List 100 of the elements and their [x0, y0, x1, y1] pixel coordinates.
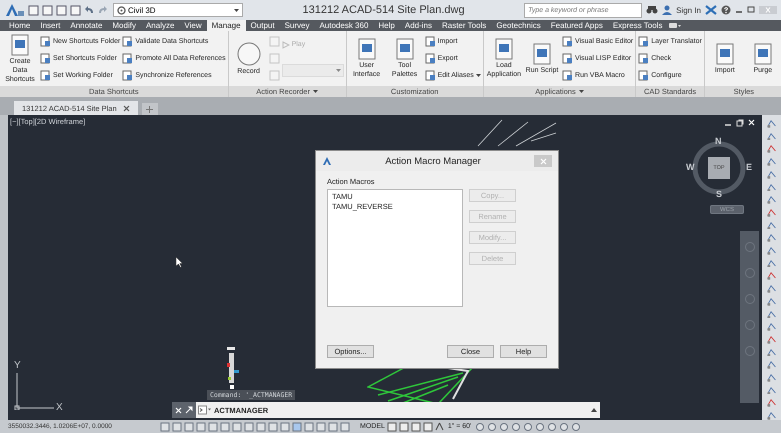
document-icon — [424, 53, 436, 64]
ribbon-tab[interactable]: Survey — [280, 20, 314, 31]
workspace-dropdown[interactable]: Civil 3D — [113, 3, 243, 17]
circle-icon — [236, 42, 261, 66]
layout-icon[interactable] — [398, 422, 409, 432]
document-icon — [40, 70, 51, 81]
tool-icon[interactable] — [766, 258, 777, 268]
ribbon-tab[interactable]: Express Tools — [608, 20, 668, 31]
ribbon-tab[interactable]: View — [179, 20, 207, 31]
caret-icon[interactable] — [312, 89, 318, 94]
tool-icon[interactable] — [766, 296, 777, 306]
status-tool-icon[interactable] — [499, 422, 510, 432]
ribbon-tab[interactable]: Analyze — [140, 20, 180, 31]
tool-icon[interactable] — [766, 144, 777, 154]
caret-icon — [336, 68, 341, 72]
autocad-logo-icon — [322, 156, 332, 166]
camera-icon[interactable] — [667, 20, 684, 31]
plus-icon — [146, 106, 154, 112]
status-tool-icon[interactable] — [511, 422, 522, 432]
ribbon-tab[interactable]: Output — [246, 20, 280, 31]
document-icon — [752, 42, 773, 64]
layout-icon[interactable] — [386, 422, 397, 432]
ribbon-tab[interactable]: Modify — [107, 20, 141, 31]
tool-icon[interactable] — [766, 132, 777, 140]
document-icon — [562, 70, 574, 81]
status-tool-icon[interactable] — [535, 422, 546, 432]
tool-icon[interactable] — [766, 271, 777, 280]
tool-icon[interactable] — [766, 386, 777, 394]
document-icon — [122, 36, 134, 47]
x-logo-icon[interactable] — [705, 5, 717, 15]
tool-icon[interactable] — [766, 246, 777, 255]
ucs-axes-icon — [14, 372, 54, 410]
document-icon — [494, 38, 514, 60]
binoculars-icon[interactable] — [646, 5, 658, 15]
compass-direction[interactable]: N — [715, 136, 722, 146]
tool-icon[interactable] — [766, 195, 777, 204]
axis-label: X — [56, 402, 63, 413]
redo-icon[interactable] — [98, 4, 109, 16]
ribbon-tab[interactable]: Geotechnics — [491, 20, 546, 31]
document-icon — [638, 70, 650, 81]
wrench-icon[interactable] — [185, 406, 193, 414]
restore-icon[interactable] — [736, 119, 744, 127]
compass-direction[interactable]: W — [686, 162, 694, 172]
status-tool-icon[interactable] — [523, 422, 534, 432]
new-tab-button[interactable] — [142, 103, 158, 115]
status-tool-icon[interactable] — [571, 422, 582, 432]
ribbon-tab[interactable]: Autodesk 360 — [314, 20, 374, 31]
ribbon-tab[interactable]: Add-ins — [400, 20, 437, 31]
tool-icon[interactable] — [766, 411, 777, 420]
prompt-icon[interactable] — [196, 402, 212, 418]
status-tool-icon[interactable] — [487, 422, 498, 432]
tool-icon[interactable] — [766, 119, 777, 128]
tool-icon[interactable] — [766, 334, 777, 344]
tool-icon[interactable] — [766, 360, 777, 370]
site-plan-drawing — [227, 347, 239, 389]
document-icon — [122, 70, 134, 81]
tool-icon[interactable] — [766, 322, 777, 331]
compass-direction[interactable]: S — [716, 189, 722, 199]
ribbon-tab[interactable]: Featured Apps — [546, 20, 608, 31]
help-icon[interactable] — [721, 5, 731, 15]
document-icon — [532, 42, 552, 64]
ribbon-tab[interactable]: Insert — [35, 20, 66, 31]
status-tool-icon[interactable] — [547, 422, 558, 432]
tool-icon[interactable] — [766, 220, 777, 230]
ribbon-tab[interactable]: Annotate — [65, 20, 108, 31]
close-icon — [122, 104, 130, 112]
layout-icon[interactable] — [410, 422, 421, 432]
up-caret-icon[interactable] — [588, 402, 600, 418]
undo-icon[interactable] — [84, 4, 95, 16]
ribbon-tab[interactable]: Home — [4, 20, 36, 31]
sign-in-link[interactable]: Sign In — [676, 6, 701, 14]
close-icon[interactable] — [748, 119, 756, 127]
document-icon — [356, 38, 377, 60]
tool-icon[interactable] — [766, 208, 777, 217]
document-icon — [122, 53, 134, 64]
layout-icon[interactable] — [422, 422, 433, 432]
tool-icon[interactable] — [766, 398, 777, 408]
tool-icon[interactable] — [766, 170, 777, 179]
status-tool-icon[interactable] — [475, 422, 486, 432]
close-icon[interactable] — [175, 406, 182, 414]
compass-direction[interactable]: E — [746, 162, 752, 172]
tool-icon[interactable] — [766, 348, 777, 356]
play-icon — [282, 40, 290, 48]
maximize-icon[interactable] — [747, 6, 757, 14]
tool-icon[interactable] — [766, 233, 777, 242]
document-icon — [424, 70, 436, 81]
tool-icon[interactable] — [766, 310, 777, 318]
ribbon-tab[interactable]: Manage — [206, 20, 246, 31]
tool-icon[interactable] — [766, 157, 777, 166]
status-tool-icon[interactable] — [559, 422, 570, 432]
autocad-logo-icon — [4, 3, 24, 17]
ribbon-tab[interactable]: Help — [373, 20, 400, 31]
tool-icon[interactable] — [766, 284, 777, 293]
tool-icon[interactable] — [766, 373, 777, 382]
cursor-icon — [175, 256, 183, 268]
axis-label: Y — [14, 360, 21, 371]
document-icon — [40, 53, 51, 64]
tool-icon[interactable] — [766, 182, 777, 192]
caret-icon[interactable] — [578, 89, 584, 94]
ribbon-tab[interactable]: Raster Tools — [436, 20, 492, 31]
